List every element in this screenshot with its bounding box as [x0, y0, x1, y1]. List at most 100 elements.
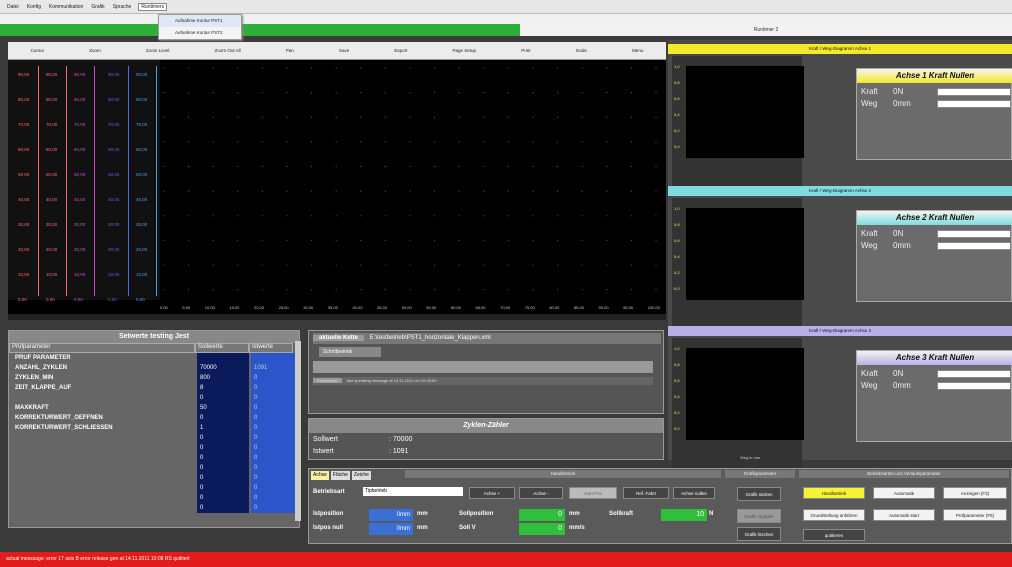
pruefparameter-button[interactable]: Prüfparameter (F5): [943, 509, 1007, 521]
soll-cell[interactable]: 8: [197, 383, 249, 393]
grafik-loeschen-button[interactable]: Grafik löschen: [737, 527, 781, 541]
achse-minus-button[interactable]: Achse -: [519, 487, 563, 499]
chart-tool-print[interactable]: Print: [521, 48, 530, 53]
chart-tool-scale[interactable]: Scale: [576, 48, 587, 53]
menu-datei[interactable]: Datei: [6, 4, 20, 10]
soll-cell[interactable]: 800: [197, 373, 249, 383]
param-row[interactable]: [9, 453, 195, 463]
param-row[interactable]: [9, 503, 195, 513]
x-tick-label: 100,00: [647, 305, 660, 310]
quittieren-button[interactable]: quittieren: [803, 529, 865, 541]
menu-runtimers[interactable]: Runtimers: [138, 2, 168, 11]
grid-dot: [581, 289, 583, 291]
axis-null-title[interactable]: Achse 3 Kraft Nullen: [857, 351, 1012, 365]
betriebsart-select[interactable]: Tipbetrieb: [363, 487, 463, 496]
soll-v-field[interactable]: 0: [519, 523, 565, 535]
grafik-starten-button[interactable]: Grafik starten: [737, 487, 781, 501]
grid-dot: [532, 67, 534, 69]
dropdown-item-pst1[interactable]: Aufnahme Kontur PST1: [159, 15, 241, 27]
automatik-start-button[interactable]: Automatik start: [873, 509, 935, 521]
automatik-button[interactable]: Automatik: [873, 487, 935, 499]
achse-plus-button[interactable]: Achse +: [469, 487, 515, 499]
chart-tool-zoom[interactable]: Zoom: [89, 48, 101, 53]
main-plot[interactable]: [160, 62, 660, 296]
param-row[interactable]: [9, 473, 195, 483]
grid-dot: [655, 289, 657, 291]
grid-dot: [409, 116, 411, 118]
grid-dot: [311, 264, 313, 266]
soll-cell[interactable]: 70000: [197, 363, 249, 373]
col-param-header: Prüfparameter: [9, 343, 195, 353]
anzeigen-button[interactable]: Anzeigen (F3): [943, 487, 1007, 499]
sollposition-field[interactable]: 0: [519, 509, 565, 521]
schrittbetrieb-select[interactable]: Schrittbetrieb: [319, 347, 381, 357]
menu-sprache[interactable]: Sprache: [112, 4, 133, 10]
axis-box: Achse 3 Kraft Nullen Kraft 0N Weg 0mm: [856, 350, 1012, 442]
soll-cell[interactable]: 0: [197, 433, 249, 443]
param-row[interactable]: PRUF PARAMETER: [9, 353, 195, 363]
param-row[interactable]: [9, 443, 195, 453]
soll-cell[interactable]: [197, 353, 249, 363]
menu-kommunikation[interactable]: Kommunikation: [48, 4, 84, 10]
soll-cell[interactable]: 0: [197, 493, 249, 503]
mini-y-tick: 0,6: [674, 238, 680, 243]
start-pos-button[interactable]: start Pos: [569, 487, 617, 499]
mini-chart[interactable]: [686, 348, 804, 440]
soll-cell[interactable]: 0: [197, 503, 249, 513]
soll-cell[interactable]: 50: [197, 403, 249, 413]
menu-grafik[interactable]: Grafik: [90, 4, 105, 10]
chart-tool-pan[interactable]: Pan: [286, 48, 294, 53]
sollkraft-field[interactable]: 10: [661, 509, 707, 521]
tab-flaeche[interactable]: Fläche: [330, 471, 350, 480]
ist-cell: 0: [254, 445, 258, 451]
y-tick-label: 20,00: [18, 247, 30, 252]
soll-cell[interactable]: 1: [197, 423, 249, 433]
chart-tool-menu[interactable]: Menu: [632, 48, 643, 53]
chart-tool-zoom-level[interactable]: Zoom Level: [146, 48, 170, 53]
weg-value: 0mm: [893, 381, 911, 390]
param-row[interactable]: [9, 433, 195, 443]
ist-cell: 0: [254, 505, 258, 511]
tab-zeiche[interactable]: Zeiche: [351, 471, 371, 480]
dropdown-item-pst2[interactable]: Aufnahme Kontur PST2: [159, 27, 241, 39]
x-tick-label: 75,00: [524, 305, 535, 310]
chart-tool-zoom-out-all[interactable]: Zoom Out All: [215, 48, 241, 53]
soll-cell[interactable]: 0: [197, 413, 249, 423]
mini-chart[interactable]: [686, 208, 804, 300]
param-row[interactable]: ZEIT_KLAPPE_AUF: [9, 383, 195, 393]
runtimer-progress: Runtimer 2: [0, 24, 1012, 36]
chart-tool-export[interactable]: Export: [394, 48, 407, 53]
soll-cell[interactable]: 0: [197, 473, 249, 483]
soll-cell[interactable]: 0: [197, 463, 249, 473]
param-row[interactable]: ANZAHL_ZYKLEN: [9, 363, 195, 373]
grundstellung-button[interactable]: Grundstellung anfahren: [803, 509, 865, 521]
menu-konfig[interactable]: Konfig: [26, 4, 42, 10]
grid-dot: [360, 92, 362, 94]
ref-fahrt-button[interactable]: Ref. Fahrt: [623, 487, 669, 499]
grafik-stoppen-button[interactable]: Grafik stoppen: [737, 509, 781, 523]
param-row[interactable]: KORREKTURWERT_SCHLIESSEN: [9, 423, 195, 433]
mini-chart[interactable]: [686, 66, 804, 158]
param-row[interactable]: [9, 493, 195, 503]
axis-null-title[interactable]: Achse 1 Kraft Nullen: [857, 69, 1012, 83]
axis-null-title[interactable]: Achse 2 Kraft Nullen: [857, 211, 1012, 225]
param-row[interactable]: ZYKLEN_MIN: [9, 373, 195, 383]
param-row[interactable]: [9, 463, 195, 473]
achse-nullen-button[interactable]: Achse nullen: [673, 487, 715, 499]
chart-tool-cursor[interactable]: Cursor: [31, 48, 45, 53]
soll-cell[interactable]: 0: [197, 483, 249, 493]
param-row[interactable]: [9, 393, 195, 403]
soll-cell[interactable]: 0: [197, 453, 249, 463]
param-row[interactable]: MAXKRAFT: [9, 403, 195, 413]
chart-tool-save[interactable]: Save: [339, 48, 349, 53]
grid-dot: [409, 289, 411, 291]
chart-tool-page-setup[interactable]: Page Setup: [453, 48, 477, 53]
handbetrieb-button[interactable]: Handbetrieb: [803, 487, 865, 499]
soll-cell[interactable]: 0: [197, 393, 249, 403]
param-row[interactable]: KORREKTURWERT_OEFFNEN: [9, 413, 195, 423]
param-row[interactable]: [9, 483, 195, 493]
setwerte-scrollbar[interactable]: [295, 341, 301, 521]
y-tick-label: 90,00: [46, 72, 58, 77]
tab-achse[interactable]: Achse: [311, 471, 329, 480]
soll-cell[interactable]: 0: [197, 443, 249, 453]
